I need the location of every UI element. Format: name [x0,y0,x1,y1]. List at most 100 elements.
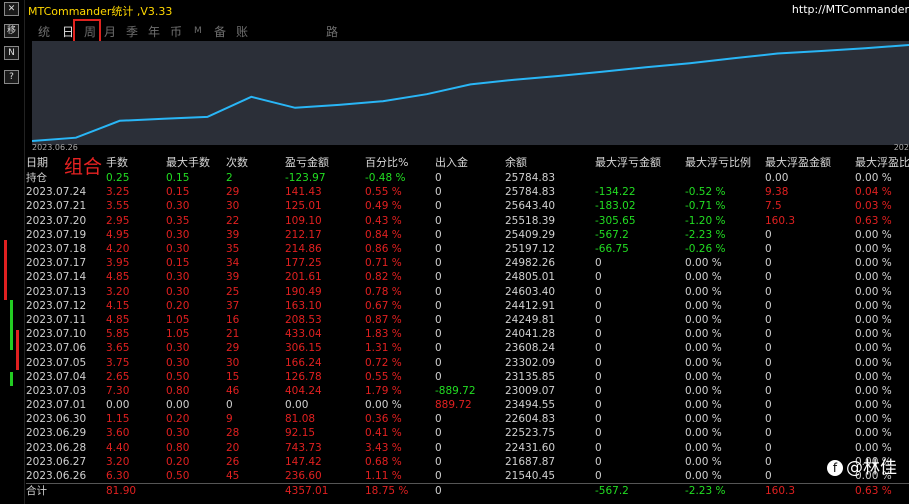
table-row: 2023.07.20 2.95 0.35 22 109.10 0.43 % 0 25518.3… [26,214,909,228]
cell-max-fp: 0 [765,399,772,412]
cell-max-lots [166,483,226,499]
cell-max-fp: 0 [765,257,772,270]
tab-6[interactable]: 币 [170,23,182,40]
cell-max-dd: -567.2 [595,228,629,241]
cell-pct: 0.78 % [365,285,402,298]
date-cell: 2023.06.28 [26,441,87,454]
cell-balance: 21687.87 [505,455,556,468]
cell-flow: 0 [435,228,442,241]
cell-max-dd-pct: 0.00 % [685,285,722,298]
date-cell: 2023.07.21 [26,200,87,213]
cell-flow: 0 [435,243,442,256]
url-link[interactable]: http://MTCommander [792,3,909,16]
tab-8[interactable]: 备 [214,23,226,40]
table-row: 2023.07.10 5.85 1.05 21 433.04 1.83 % 0 24041.2… [26,327,909,341]
tab-5[interactable]: 年 [148,23,160,40]
cell-lots: 2.95 [106,214,130,227]
candle-mark [4,240,7,300]
cell-lots: 3.20 [106,455,130,468]
cell-pnl: 404.24 [285,384,322,397]
date-cell: 2023.07.11 [26,313,87,326]
cell-max-fp: 0 [765,384,772,397]
cell-lots: 0.00 [106,399,130,412]
cell-max-fp: 7.5 [765,200,782,213]
cell-max-fp-pct: 0.00 % [855,271,892,284]
cell-balance: 25518.39 [505,214,556,227]
cell-count: 26 [226,455,240,468]
cell-max-dd: 0 [595,342,602,355]
cell-flow: 0 [435,413,442,426]
cell-balance: 25197.12 [505,243,556,256]
cell-max-fp: 9.38 [765,186,789,199]
cell-flow: 0 [435,455,442,468]
cell-count: 39 [226,271,240,284]
cell-max-fp: 0 [765,228,772,241]
close-icon[interactable]: ✕ [4,2,19,16]
n-icon[interactable]: N [4,46,19,60]
cell-max-fp: 0 [765,243,772,256]
cell-count: 30 [226,356,240,369]
help-icon[interactable]: ? [4,70,19,84]
cell-flow: 0 [435,370,442,383]
cell-max-fp: 0 [765,328,772,341]
cell-max-fp: 0 [765,299,772,312]
cell-max-dd-pct: 0.00 % [685,313,722,326]
cell-max-dd-pct [685,171,765,185]
cell-lots: 0.25 [106,172,130,185]
balance-line [32,44,909,142]
cell-max-fp-pct: 0.00 % [855,328,892,341]
tab-3[interactable]: 月 [104,23,116,40]
cell-max-dd: 0 [595,384,602,397]
cell-max-dd-pct: -0.52 % [685,186,726,199]
cell-count: 34 [226,257,240,270]
cell-max-dd-pct: -1.20 % [685,214,726,227]
cell-max-dd: 0 [595,285,602,298]
combo-label: 组合 [64,156,103,178]
date-cell: 2023.07.13 [26,285,87,298]
column-header: 盈亏金额 [285,156,329,169]
watermark-text: @林佳 [846,458,897,478]
move-icon[interactable]: 移 [4,24,19,38]
cell-pnl: 433.04 [285,328,322,341]
cell-max-fp-pct: 0.00 % [855,399,892,412]
cell-lots: 4.15 [106,299,130,312]
cell-count [226,483,285,499]
table-row: 2023.07.05 3.75 0.30 30 166.24 0.72 % 0 23302.0… [26,355,909,369]
table-row: 2023.06.26 6.30 0.50 45 236.60 1.11 % 0 21540.4… [26,469,909,484]
cell-balance: 23608.24 [505,342,556,355]
tab-7[interactable]: M [194,26,202,36]
cell-pnl: 208.53 [285,313,322,326]
cell-lots: 4.85 [106,313,130,326]
cell-max-lots: 0.15 [166,186,190,199]
cell-max-lots: 0.30 [166,342,190,355]
cell-lots: 7.30 [106,384,130,397]
column-header: 百分比% [365,156,409,169]
cell-pct: 0.36 % [365,413,402,426]
title-bar: MTCommander统计 ,V3.33 http://MTCommander [26,0,909,20]
cell-count: 39 [226,228,240,241]
holding-row: 持仓 0.25 0.15 2 -123.97 -0.48 % 0 25784.83 0.00 0.… [26,171,909,185]
tab-4[interactable]: 季 [126,23,138,40]
cell-pct: 0.55 % [365,370,402,383]
cell-count: 22 [226,214,240,227]
date-cell: 2023.06.29 [26,427,87,440]
date-cell: 2023.07.12 [26,299,87,312]
cell-pnl: 743.73 [285,441,322,454]
cell-flow: 0 [435,299,442,312]
cell-max-fp: 160.3 [765,483,855,499]
cell-max-dd: -305.65 [595,214,636,227]
date-cell: 2023.07.24 [26,186,87,199]
cell-balance: 22523.75 [505,427,556,440]
table-row: 2023.07.17 3.95 0.15 34 177.25 0.71 % 0 24982.2… [26,256,909,270]
cell-max-lots: 0.30 [166,200,190,213]
cell-balance: 23302.09 [505,356,556,369]
cell-max-dd-pct: 0.00 % [685,356,722,369]
tab-0[interactable]: 统 [38,23,50,40]
table-row: 2023.06.29 3.60 0.30 28 92.15 0.41 % 0 22523.75… [26,426,909,440]
table-row: 2023.07.18 4.20 0.30 35 214.86 0.86 % 0 25197.1… [26,242,909,256]
cell-max-fp-pct: 0.63 % [855,483,909,499]
cell-max-fp-pct: 0.00 % [855,228,892,241]
cell-max-lots: 0.80 [166,384,190,397]
cell-lots: 5.85 [106,328,130,341]
cell-flow: 0 [435,441,442,454]
